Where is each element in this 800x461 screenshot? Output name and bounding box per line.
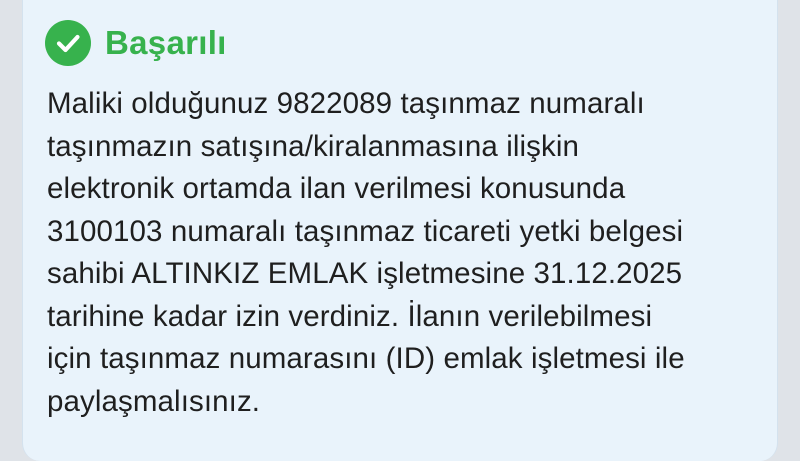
message-line: 3100103 numaralı taşınmaz ticareti yetki… (47, 214, 684, 248)
message-line: Maliki olduğunuz 9822089 taşınmaz numara… (47, 87, 645, 120)
message-line: paylaşmalısınız. (47, 384, 261, 418)
message-line: elektronik ortamda ilan verilmesi konusu… (47, 172, 626, 205)
dialog-message: Maliki olduğunuz 9822089 taşınmaz numara… (47, 83, 767, 423)
success-dialog: Başarılı Maliki olduğunuz 9822089 taşınm… (22, 0, 778, 461)
message-line: taşınmazın satışına/kiralanmasına ilişki… (47, 129, 580, 163)
message-line: tarihine kadar izin verdiniz. İlanın ver… (47, 299, 653, 333)
message-line: için taşınmaz numarasını (ID) emlak işle… (47, 342, 685, 375)
dialog-title: Başarılı (105, 24, 227, 61)
message-line: sahibi ALTINKIZ EMLAK işletmesine 31.12.… (47, 257, 683, 290)
dialog-header: Başarılı (45, 20, 227, 66)
check-circle-icon (45, 20, 91, 66)
